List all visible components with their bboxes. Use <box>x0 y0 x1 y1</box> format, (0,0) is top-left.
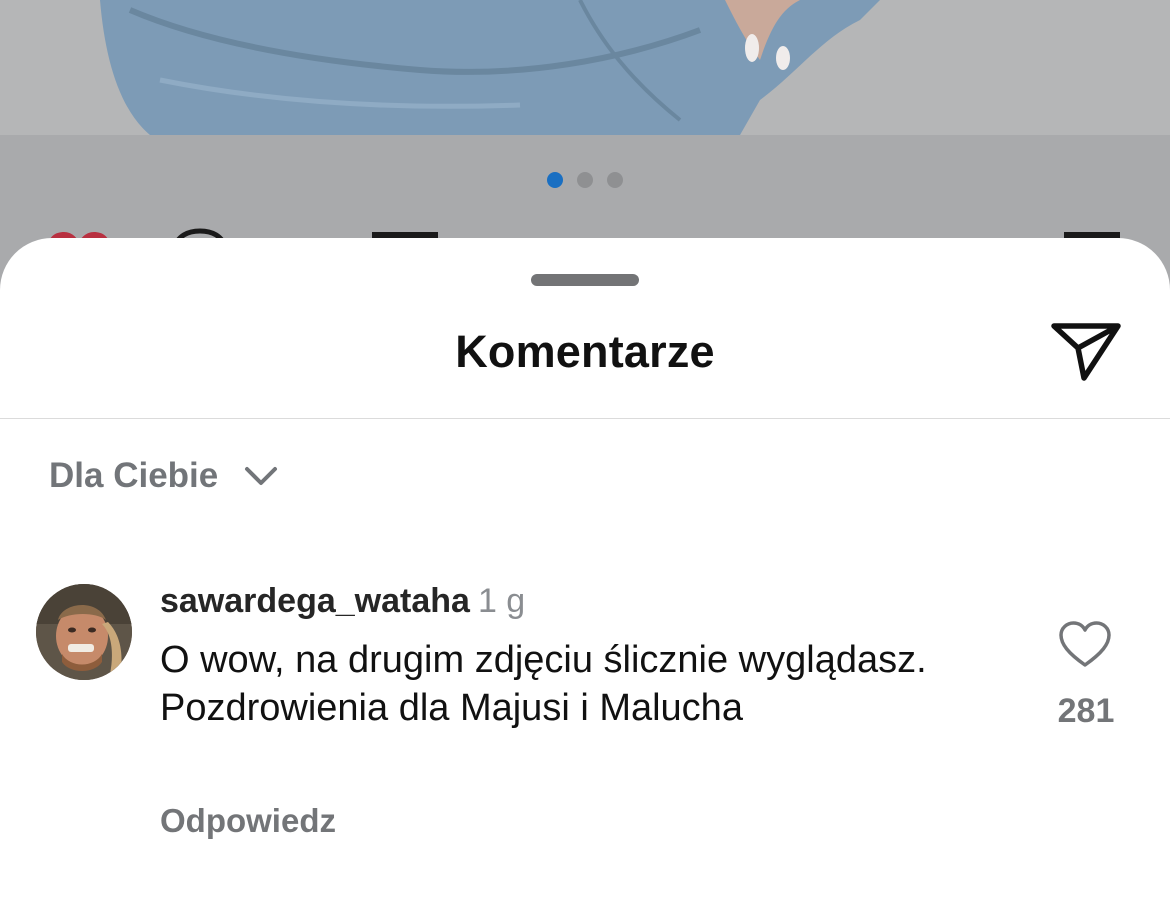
heart-outline-icon[interactable] <box>1058 620 1112 670</box>
chevron-down-icon <box>245 467 278 485</box>
sheet-drag-handle[interactable] <box>531 274 639 286</box>
like-count: 281 <box>1057 692 1115 730</box>
comments-sheet: Komentarze Dla Ciebie sawardega_wataha 1… <box>0 238 1170 898</box>
post-photo[interactable] <box>0 0 1170 135</box>
comment-username[interactable]: sawardega_wataha <box>160 582 470 620</box>
sheet-title: Komentarze <box>455 326 715 377</box>
comment-timestamp: 1 g <box>477 582 526 620</box>
carousel-dot-active <box>547 172 563 188</box>
carousel-dot <box>577 172 593 188</box>
carousel-indicator <box>0 172 1170 188</box>
comment-header: sawardega_wataha 1 g <box>160 582 525 621</box>
sort-dropdown[interactable]: Dla Ciebie <box>49 456 278 496</box>
reply-button[interactable]: Odpowiedz <box>160 802 336 840</box>
carousel-dot <box>607 172 623 188</box>
sort-label: Dla Ciebie <box>49 456 219 495</box>
avatar[interactable] <box>36 584 132 680</box>
comment-item: sawardega_wataha 1 g O wow, na drugim zdj… <box>36 582 1136 862</box>
header-divider <box>0 418 1170 419</box>
comment-text: O wow, na drugim zdjęciu ślicznie wygląd… <box>160 639 927 729</box>
paper-plane-icon[interactable] <box>1050 320 1122 384</box>
jeans-photo-image <box>0 0 1170 135</box>
